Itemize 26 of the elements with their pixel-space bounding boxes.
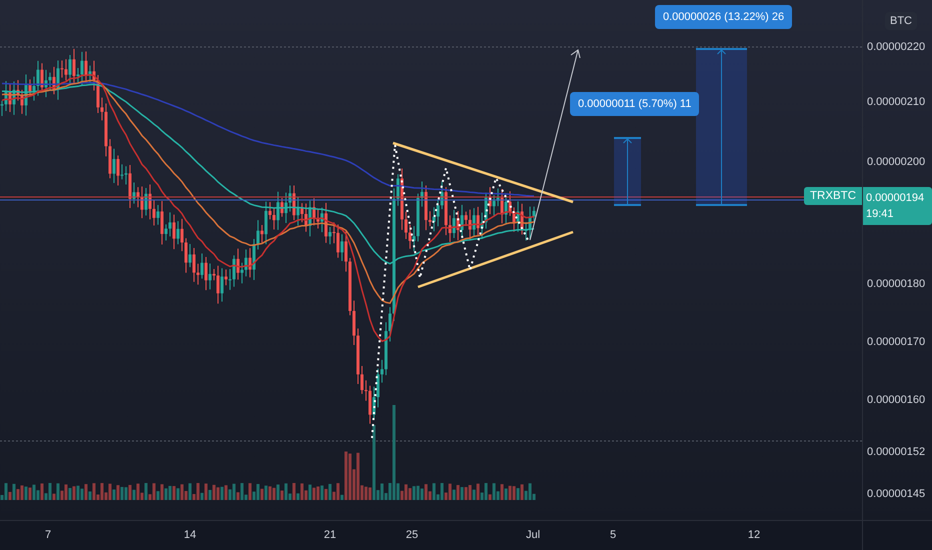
date-tick-label: Jul [526,529,540,541]
date-tick-label: 14 [184,529,196,541]
price-tick-label: 0.00000160 [867,394,926,406]
measure-label: 0.00000011 (5.70%) 11 [570,92,700,116]
price-tick-label: 0.00000210 [867,96,926,108]
currency-label: BTC [885,12,917,30]
date-tick-label: 12 [748,529,760,541]
price-tick-label: 0.00000180 [867,278,926,290]
measure-label: 0.00000026 (13.22%) 26 [655,5,792,29]
last-price-label: 0.00000194 19:41 [863,187,932,225]
trend-line[interactable] [392,142,574,204]
projection-arrow[interactable] [530,49,580,240]
measure-range[interactable] [614,137,641,206]
symbol-label: TRXBTC [804,187,862,205]
price-tick-label: 0.00000152 [867,446,926,458]
date-tick-label: 21 [324,529,336,541]
price-tick-label: 0.00000145 [867,488,926,500]
date-tick-label: 7 [44,529,52,541]
date-tick-label: 5 [610,529,616,541]
trend-line[interactable] [418,230,574,288]
measure-range[interactable] [696,48,747,206]
date-tick-label: 25 [406,529,418,541]
price-tick-label: 0.00000220 [867,41,926,53]
price-tick-label: 0.00000170 [867,336,926,348]
price-tick-label: 0.00000200 [867,156,926,168]
zigzag-pattern-line[interactable] [371,144,529,438]
